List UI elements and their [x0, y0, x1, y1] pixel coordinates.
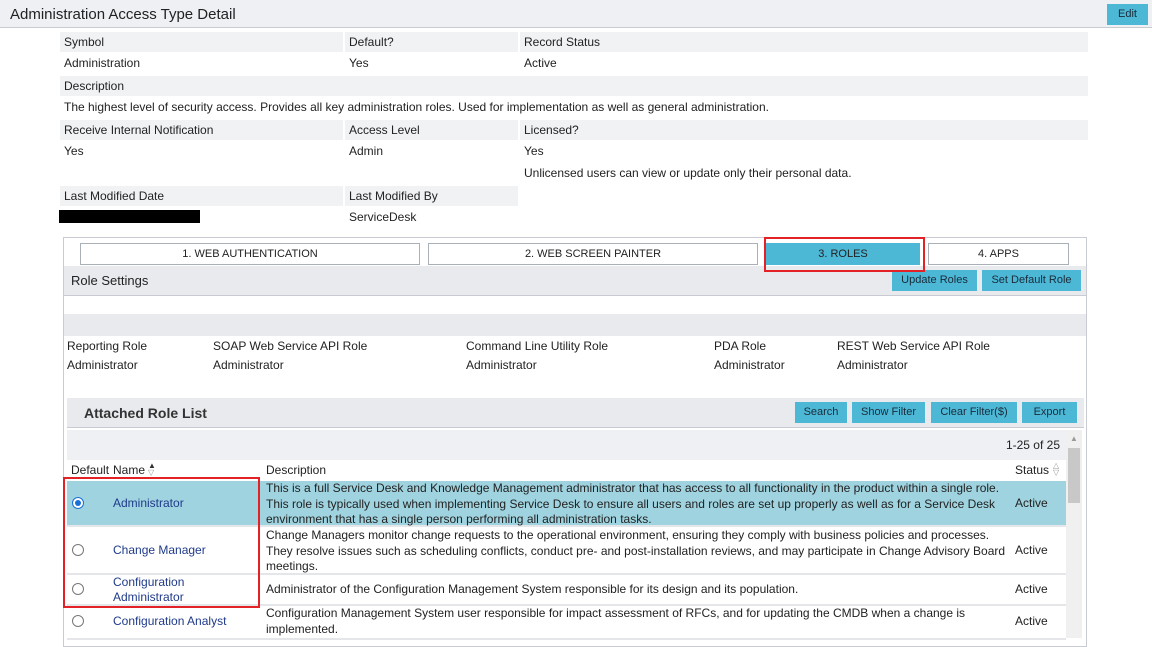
spacer-bar: [64, 314, 1086, 336]
role-status: Active: [1015, 582, 1048, 596]
reporting-role-value: Administrator: [67, 358, 138, 372]
rows-highlight: [63, 477, 260, 608]
tab-apps[interactable]: 4. APPS: [928, 243, 1069, 265]
col-description: Description: [266, 463, 327, 477]
update-roles-button[interactable]: Update Roles: [892, 270, 977, 291]
pagination-text: 1-25 of 25: [1005, 438, 1060, 452]
role-description: Change Managers monitor change requests …: [266, 528, 1006, 573]
symbol-label: Symbol: [60, 32, 343, 52]
tab-web-screen-painter[interactable]: 2. WEB SCREEN PAINTER: [428, 243, 758, 265]
modified-by-label: Last Modified By: [345, 186, 518, 206]
licensed-note: Unlicensed users can view or update only…: [524, 166, 852, 180]
role-status: Active: [1015, 543, 1048, 557]
record-status-label: Record Status: [520, 32, 1088, 52]
licensed-value: Yes: [524, 144, 544, 158]
export-button[interactable]: Export: [1022, 402, 1077, 423]
role-description: This is a full Service Desk and Knowledg…: [266, 481, 1000, 526]
access-level-label: Access Level: [345, 120, 518, 140]
redacted-date: [59, 210, 200, 223]
role-status: Active: [1015, 496, 1048, 510]
description-value: The highest level of security access. Pr…: [64, 100, 769, 114]
table-row[interactable]: Configuration Analyst Configuration Mana…: [67, 606, 1066, 640]
access-level-value: Admin: [349, 144, 384, 158]
role-description: Administrator of the Configuration Manag…: [266, 582, 799, 596]
col-status[interactable]: Status: [1015, 463, 1049, 477]
rest-role-value: Administrator: [837, 358, 908, 372]
clear-filter-button[interactable]: Clear Filter($): [931, 402, 1017, 423]
scrollbar[interactable]: ▲: [1066, 430, 1082, 638]
cli-role-label: Command Line Utility Role: [466, 339, 609, 353]
pda-role-label: PDA Role: [714, 339, 767, 353]
scroll-up-icon[interactable]: ▲: [1070, 434, 1078, 443]
licensed-label: Licensed?: [520, 120, 1088, 140]
pda-role-value: Administrator: [714, 358, 785, 372]
sort-icon[interactable]: △ ▽: [1053, 462, 1059, 477]
edit-button[interactable]: Edit: [1107, 4, 1148, 25]
default-value: Yes: [349, 56, 369, 70]
role-description: Configuration Management System user res…: [266, 606, 966, 636]
search-button[interactable]: Search: [795, 402, 847, 423]
role-status: Active: [1015, 614, 1048, 628]
record-status-value: Active: [524, 56, 557, 70]
tab-web-authentication[interactable]: 1. WEB AUTHENTICATION: [80, 243, 420, 265]
symbol-value: Administration: [64, 56, 141, 70]
description-label: Description: [60, 76, 1088, 96]
default-label: Default?: [345, 32, 518, 52]
show-filter-button[interactable]: Show Filter: [852, 402, 925, 423]
page-header: Administration Access Type Detail Edit: [0, 0, 1152, 28]
modified-date-label: Last Modified Date: [60, 186, 343, 206]
notification-value: Yes: [64, 144, 84, 158]
attached-role-list-title: Attached Role List: [84, 405, 207, 421]
soap-role-value: Administrator: [213, 358, 284, 372]
col-default[interactable]: Default: [71, 463, 109, 477]
col-name[interactable]: Name: [113, 463, 145, 477]
notification-label: Receive Internal Notification: [60, 120, 343, 140]
modified-by-value: ServiceDesk: [349, 210, 417, 224]
roles-tab-highlight: [764, 237, 925, 272]
role-settings-title: Role Settings: [71, 273, 149, 288]
set-default-role-button[interactable]: Set Default Role: [982, 270, 1081, 291]
rest-role-label: REST Web Service API Role: [837, 339, 990, 353]
page-title: Administration Access Type Detail: [10, 6, 236, 23]
sort-asc-icon[interactable]: ▲ ▽: [148, 462, 156, 477]
default-radio[interactable]: [72, 615, 84, 627]
pagination-bar: 1-25 of 25: [67, 430, 1066, 460]
cli-role-value: Administrator: [466, 358, 537, 372]
soap-role-label: SOAP Web Service API Role: [213, 339, 368, 353]
reporting-role-label: Reporting Role: [67, 339, 148, 353]
scrollbar-thumb[interactable]: [1068, 448, 1080, 503]
role-name-link[interactable]: Configuration Analyst: [113, 614, 226, 629]
